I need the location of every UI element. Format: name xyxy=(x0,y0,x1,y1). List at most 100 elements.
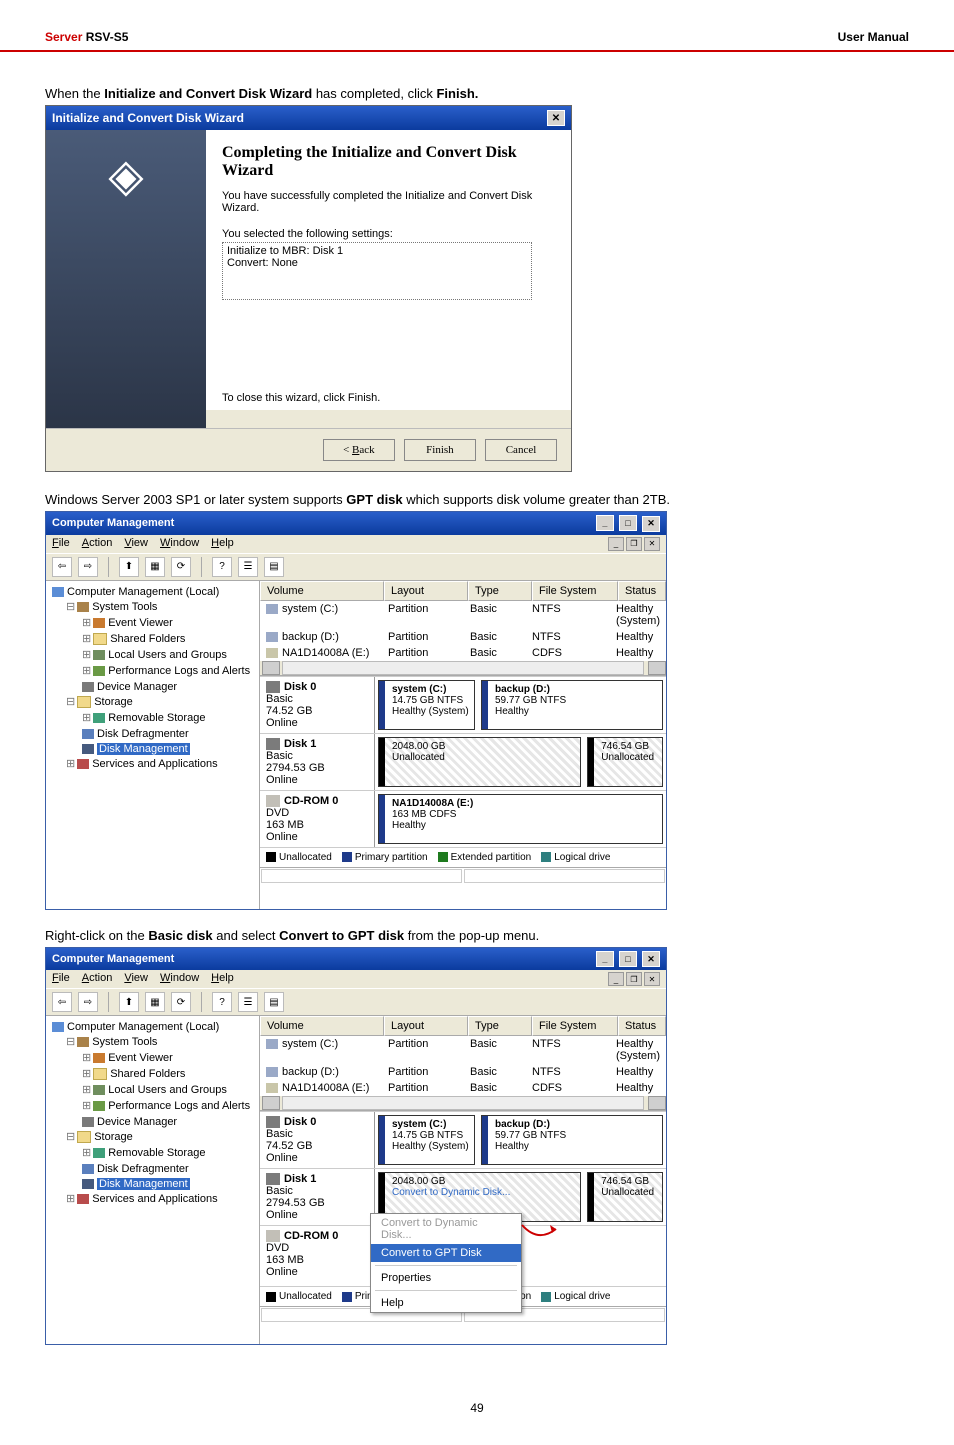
tree-storage[interactable]: Storage xyxy=(94,696,133,708)
ctx-help[interactable]: Help xyxy=(371,1294,521,1312)
tool2-icon[interactable]: ▤ xyxy=(264,557,284,577)
close-icon[interactable]: ✕ xyxy=(547,110,565,126)
volume-row[interactable]: backup (D:) PartitionBasic NTFSHealthy xyxy=(260,629,666,645)
tree-services[interactable]: Services and Applications xyxy=(92,758,217,770)
menu-view[interactable]: View xyxy=(124,537,148,551)
tree-disk-mgmt[interactable]: Disk Management xyxy=(97,743,190,755)
tree-perf[interactable]: Performance Logs and Alerts xyxy=(108,1100,250,1112)
child-close-icon[interactable]: ✕ xyxy=(644,972,660,986)
disk1-row[interactable]: Disk 1 Basic2794.53 GBOnline 2048.00 GBU… xyxy=(260,733,666,790)
tree-local-users[interactable]: Local Users and Groups xyxy=(108,1084,227,1096)
tree-shared-folders[interactable]: Shared Folders xyxy=(110,633,185,645)
tree-event-viewer[interactable]: Event Viewer xyxy=(108,1052,173,1064)
tree-event-viewer[interactable]: Event Viewer xyxy=(108,617,173,629)
tree-devmgr[interactable]: Device Manager xyxy=(97,1116,177,1128)
volume-table: Volume Layout Type File System Status sy… xyxy=(260,1016,666,1111)
col-fs[interactable]: File System xyxy=(532,581,618,601)
hscroll[interactable] xyxy=(260,661,666,675)
menu-window[interactable]: Window xyxy=(160,537,199,551)
tree-local-users[interactable]: Local Users and Groups xyxy=(108,649,227,661)
volume-row[interactable]: system (C:) PartitionBasic NTFSHealthy (… xyxy=(260,601,666,629)
nav-fwd-icon[interactable]: ⇨ xyxy=(78,557,98,577)
child-restore-icon[interactable]: ❐ xyxy=(626,972,642,986)
close-icon[interactable]: ✕ xyxy=(642,951,660,967)
disk0-row[interactable]: Disk 0 Basic74.52 GBOnline system (C:)14… xyxy=(260,676,666,733)
menu-file[interactable]: File xyxy=(52,537,70,551)
back-button[interactable]: < Back xyxy=(323,439,395,461)
tree-defrag[interactable]: Disk Defragmenter xyxy=(97,728,189,740)
volume-row[interactable]: backup (D:) PartitionBasic NTFSHealthy xyxy=(260,1064,666,1080)
ctx-convert-dynamic[interactable]: Convert to Dynamic Disk... xyxy=(371,1214,521,1244)
ctx-convert-gpt[interactable]: Convert to GPT Disk xyxy=(371,1244,521,1262)
tree-disk-mgmt[interactable]: Disk Management xyxy=(97,1178,190,1190)
tree-root[interactable]: Computer Management (Local) xyxy=(67,586,219,598)
col-status[interactable]: Status xyxy=(618,581,666,601)
mmc-tree[interactable]: Computer Management (Local) ⊟System Tool… xyxy=(46,1016,260,1344)
volume-row[interactable]: system (C:) PartitionBasic NTFSHealthy (… xyxy=(260,1036,666,1064)
child-min-icon[interactable]: _ xyxy=(608,972,624,986)
tree-perf[interactable]: Performance Logs and Alerts xyxy=(108,665,250,677)
tool-icon[interactable]: ☰ xyxy=(238,992,258,1012)
max-icon[interactable]: □ xyxy=(619,515,637,531)
wizard-selected-box: Initialize to MBR: Disk 1 Convert: None xyxy=(222,242,532,300)
menu-window[interactable]: Window xyxy=(160,972,199,986)
tree-shared-folders[interactable]: Shared Folders xyxy=(110,1068,185,1080)
disk1-row[interactable]: Disk 1 Basic2794.53 GBOnline 2048.00 GBC… xyxy=(260,1168,666,1225)
min-icon[interactable]: _ xyxy=(596,951,614,967)
finish-button[interactable]: Finish xyxy=(404,439,476,461)
tree-devmgr[interactable]: Device Manager xyxy=(97,681,177,693)
tree-systools[interactable]: System Tools xyxy=(92,1036,157,1048)
refresh-icon[interactable]: ⟳ xyxy=(171,992,191,1012)
up-icon[interactable]: ⬆ xyxy=(119,557,139,577)
col-volume[interactable]: Volume xyxy=(260,1016,384,1036)
hscroll[interactable] xyxy=(260,1096,666,1110)
col-status[interactable]: Status xyxy=(618,1016,666,1036)
menu-view[interactable]: View xyxy=(124,972,148,986)
close-icon[interactable]: ✕ xyxy=(642,516,660,532)
cdrom0-row[interactable]: CD-ROM 0 DVD163 MBOnline NA1D14008A (E:)… xyxy=(260,790,666,847)
tree-root[interactable]: Computer Management (Local) xyxy=(67,1021,219,1033)
prop-icon[interactable]: ▦ xyxy=(145,992,165,1012)
child-close-icon[interactable]: ✕ xyxy=(644,537,660,551)
tree-removable[interactable]: Removable Storage xyxy=(108,712,205,724)
up-icon[interactable]: ⬆ xyxy=(119,992,139,1012)
help-icon[interactable]: ? xyxy=(212,992,232,1012)
volume-row[interactable]: NA1D14008A (E:) PartitionBasic CDFSHealt… xyxy=(260,1080,666,1096)
min-icon[interactable]: _ xyxy=(596,515,614,531)
mmc-tree[interactable]: Computer Management (Local) ⊟System Tool… xyxy=(46,581,260,909)
col-layout[interactable]: Layout xyxy=(384,1016,468,1036)
tool-icon[interactable]: ☰ xyxy=(238,557,258,577)
col-layout[interactable]: Layout xyxy=(384,581,468,601)
child-min-icon[interactable]: _ xyxy=(608,537,624,551)
tree-services[interactable]: Services and Applications xyxy=(92,1193,217,1205)
tree-defrag[interactable]: Disk Defragmenter xyxy=(97,1163,189,1175)
tool2-icon[interactable]: ▤ xyxy=(264,992,284,1012)
menu-help[interactable]: Help xyxy=(211,972,234,986)
max-icon[interactable]: □ xyxy=(619,951,637,967)
nav-back-icon[interactable]: ⇦ xyxy=(52,992,72,1012)
tree-systools[interactable]: System Tools xyxy=(92,601,157,613)
cancel-button[interactable]: Cancel xyxy=(485,439,557,461)
menu-action[interactable]: Action xyxy=(82,972,113,986)
menu-help[interactable]: Help xyxy=(211,537,234,551)
mmc-toolbar: ⇦ ⇨ ⬆ ▦ ⟳ ? ☰ ▤ xyxy=(46,988,666,1016)
col-fs[interactable]: File System xyxy=(532,1016,618,1036)
refresh-icon[interactable]: ⟳ xyxy=(171,557,191,577)
col-volume[interactable]: Volume xyxy=(260,581,384,601)
menu-file[interactable]: File xyxy=(52,972,70,986)
tree-removable[interactable]: Removable Storage xyxy=(108,1147,205,1159)
volume-row[interactable]: NA1D14008A (E:) PartitionBasic CDFSHealt… xyxy=(260,645,666,661)
tree-storage[interactable]: Storage xyxy=(94,1131,133,1143)
nav-fwd-icon[interactable]: ⇨ xyxy=(78,992,98,1012)
intro1-bold: Initialize and Convert Disk Wizard xyxy=(104,86,312,101)
disk-icon xyxy=(266,1116,280,1128)
col-type[interactable]: Type xyxy=(468,581,532,601)
menu-action[interactable]: Action xyxy=(82,537,113,551)
col-type[interactable]: Type xyxy=(468,1016,532,1036)
help-icon[interactable]: ? xyxy=(212,557,232,577)
prop-icon[interactable]: ▦ xyxy=(145,557,165,577)
disk0-row[interactable]: Disk 0 Basic74.52 GBOnline system (C:)14… xyxy=(260,1111,666,1168)
nav-back-icon[interactable]: ⇦ xyxy=(52,557,72,577)
child-restore-icon[interactable]: ❐ xyxy=(626,537,642,551)
ctx-properties[interactable]: Properties xyxy=(371,1269,521,1287)
